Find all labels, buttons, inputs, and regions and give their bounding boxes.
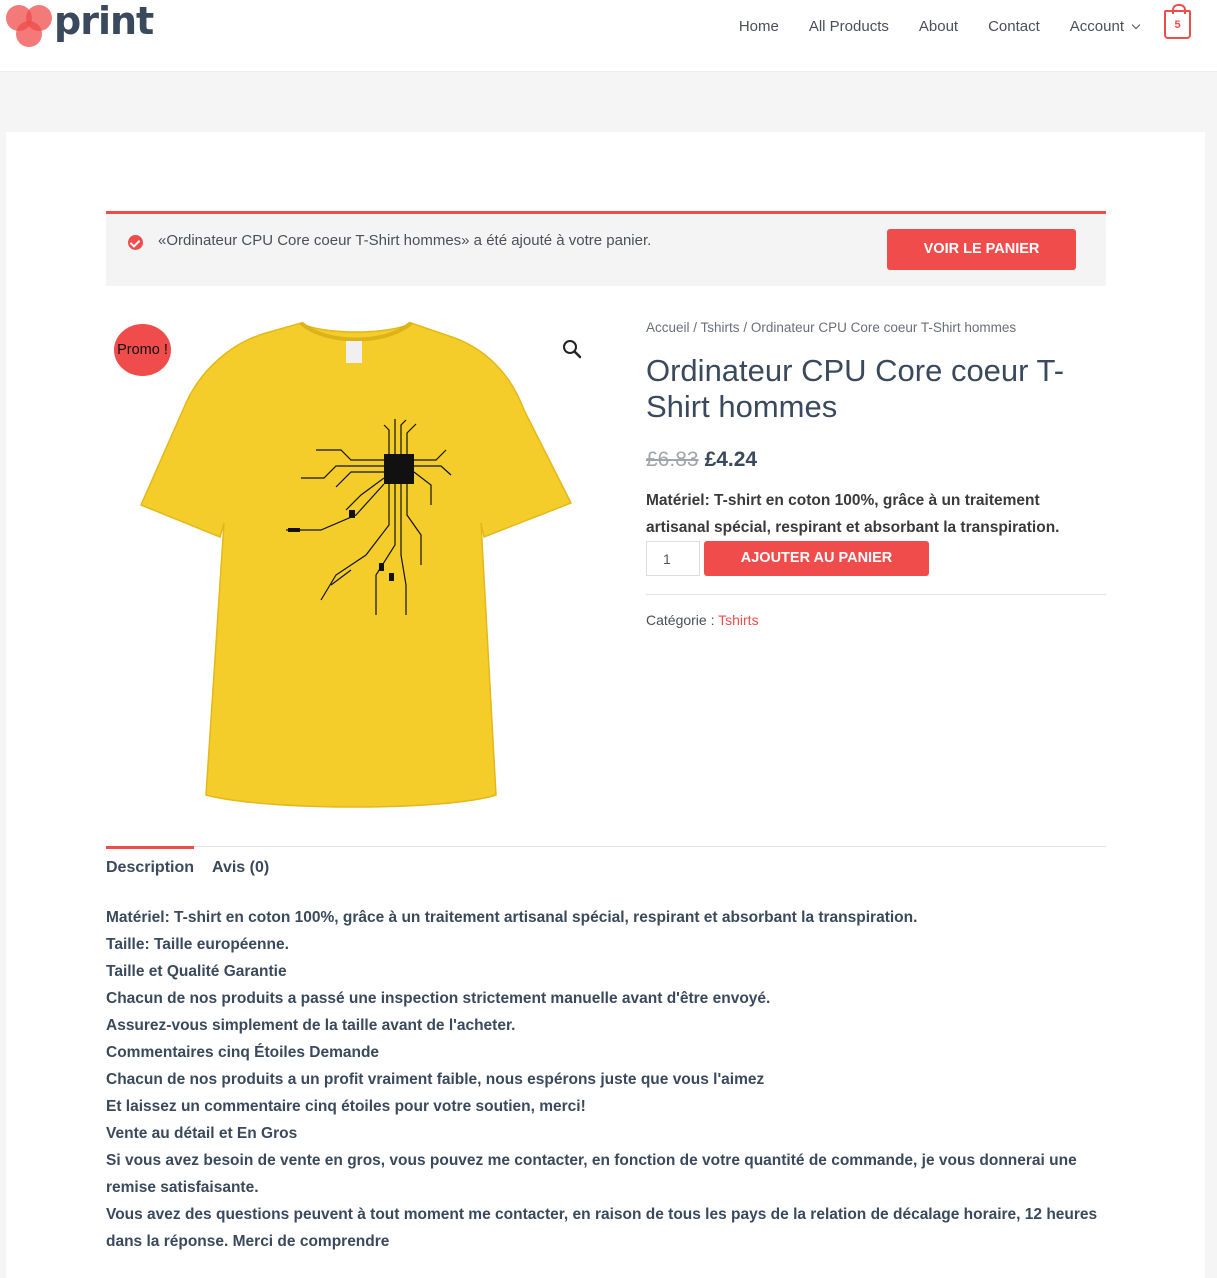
chevron-down-icon	[1131, 20, 1141, 29]
main-content: «Ordinateur CPU Core coeur T-Shirt homme…	[6, 132, 1205, 1278]
breadcrumb: Accueil / Tshirts / Ordinateur CPU Core …	[646, 320, 1016, 335]
product-gallery[interactable]: Promo !	[106, 315, 606, 815]
sale-price: £4.24	[704, 448, 758, 471]
description-line: Si vous avez besoin de vente en gros, vo…	[106, 1152, 1077, 1196]
category-link[interactable]: Tshirts	[718, 612, 758, 628]
zoom-icon[interactable]	[562, 339, 582, 359]
nav-account[interactable]: Account	[1069, 17, 1141, 35]
nav-about[interactable]: About	[919, 18, 958, 35]
cart-count: 5	[1174, 18, 1181, 31]
description-line: Assurez-vous simplement de la taille ava…	[106, 1017, 516, 1034]
description-line: Matériel: T-shirt en coton 100%, grâce à…	[106, 909, 918, 926]
breadcrumb-current: Ordinateur CPU Core coeur T-Shirt hommes	[750, 320, 1017, 335]
promo-badge: Promo !	[114, 324, 171, 376]
nav-home[interactable]: Home	[739, 18, 779, 35]
breadcrumb-home[interactable]: Accueil	[646, 320, 690, 335]
category-label: Catégorie :	[646, 612, 719, 628]
add-to-cart-button[interactable]: AJOUTER AU PANIER	[704, 541, 929, 576]
cart-notice: «Ordinateur CPU Core coeur T-Shirt homme…	[106, 211, 1106, 286]
site-logo[interactable]: print	[4, 0, 164, 49]
view-cart-button[interactable]: VOIR LE PANIER	[887, 229, 1076, 270]
main-nav: Home All Products About Contact Account	[739, 0, 1141, 52]
notice-message: «Ordinateur CPU Core coeur T-Shirt homme…	[158, 232, 652, 249]
logo-text: print	[54, 0, 154, 43]
breadcrumb-separator: /	[739, 320, 751, 335]
nav-contact[interactable]: Contact	[988, 18, 1040, 35]
description-line: Vente au détail et En Gros	[106, 1125, 298, 1142]
breadcrumb-separator: /	[689, 320, 701, 335]
site-header: print Home All Products About Contact Ac…	[0, 0, 1217, 72]
cart-icon[interactable]: 5	[1164, 4, 1191, 39]
old-price: £6.83	[646, 448, 699, 471]
product-title: Ordinateur CPU Core coeur T-Shirt hommes	[646, 353, 1065, 424]
tshirt-image	[140, 321, 573, 808]
nav-all-products[interactable]: All Products	[809, 18, 889, 35]
description-line: Vous avez des questions peuvent à tout m…	[106, 1206, 1098, 1250]
description-line: Taille et Qualité Garantie	[106, 963, 287, 980]
nav-account-label: Account	[1069, 17, 1124, 35]
description-line: Chacun de nos produits a passé une inspe…	[106, 990, 771, 1007]
description-line: Taille: Taille européenne.	[106, 936, 289, 953]
tabs-divider	[106, 846, 1106, 847]
short-description: Matériel: T-shirt en coton 100%, grâce à…	[646, 492, 1060, 536]
breadcrumb-category[interactable]: Tshirts	[701, 320, 740, 335]
quantity-input[interactable]	[646, 541, 700, 576]
divider	[646, 594, 1106, 595]
logo-circles-icon	[4, 3, 56, 49]
description-line: Commentaires cinq Étoiles Demande	[106, 1044, 380, 1061]
product-price: £6.83 £4.24	[646, 448, 757, 472]
check-circle-icon	[128, 235, 143, 250]
description-line: Et laissez un commentaire cinq étoiles p…	[106, 1098, 586, 1115]
tab-description[interactable]: Description	[106, 859, 194, 877]
tab-active-indicator	[106, 846, 194, 849]
product-category: Catégorie : Tshirts	[646, 612, 759, 628]
description-panel: Matériel: T-shirt en coton 100%, grâce à…	[106, 904, 1106, 1255]
tab-reviews[interactable]: Avis (0)	[212, 859, 269, 877]
description-line: Chacun de nos produits a un profit vraim…	[106, 1071, 765, 1088]
